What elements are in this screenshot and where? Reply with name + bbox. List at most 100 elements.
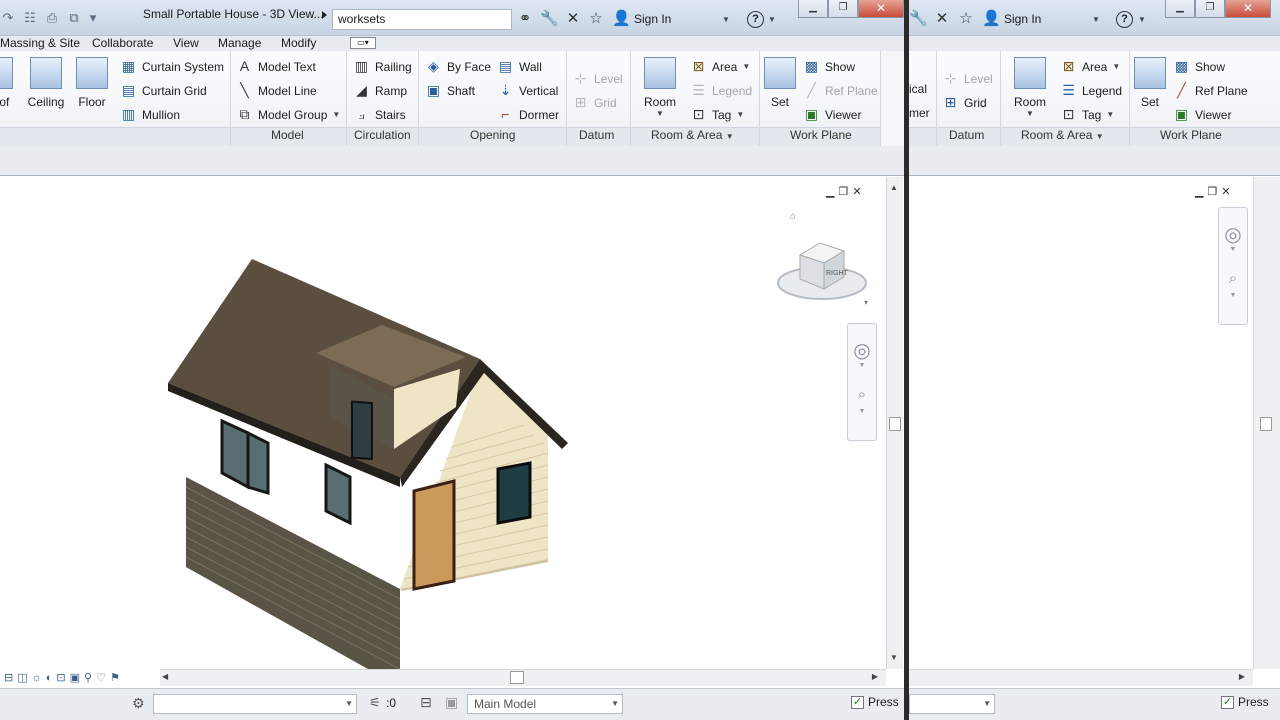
area-button[interactable]: ⊠ Area ▼	[690, 58, 751, 75]
press-drag-checkbox[interactable]: ✓	[1221, 695, 1234, 709]
stairs-button[interactable]: ⟓ Stairs	[353, 106, 406, 123]
design-options-icon[interactable]: ⊟	[420, 694, 432, 711]
close-icon[interactable]: ✕	[1225, 0, 1271, 18]
view-canvas-right[interactable]: ▁ ❐ ✕ ◎ ▼ ⌕ ▼	[909, 177, 1253, 669]
analytical-model-icon[interactable]: ⚑	[110, 671, 120, 684]
detail-level-icon[interactable]: ⊟	[4, 671, 13, 684]
show-crop-icon[interactable]: ▣	[70, 671, 80, 684]
mullion-button[interactable]: ▥ Mullion	[120, 106, 180, 123]
legend-button[interactable]: ☰ Legend	[1060, 82, 1122, 99]
tag-button[interactable]: ⊡ Tag ▼	[690, 106, 745, 123]
help-dropdown-icon[interactable]: ▼	[768, 15, 776, 24]
room-area-dropdown-icon[interactable]: ▼	[726, 132, 734, 141]
zoom-dropdown-icon[interactable]: ▼	[848, 408, 876, 415]
active-workset-select[interactable]: Main Model ▼	[467, 694, 623, 714]
scroll-right-icon[interactable]: ▶	[1239, 672, 1245, 681]
temporary-hide-icon[interactable]: ⚲	[84, 671, 92, 684]
scroll-thumb[interactable]	[889, 417, 901, 431]
dormer-opening-button[interactable]: ⌐ Dormer	[497, 106, 559, 123]
view-close-icon[interactable]: ✕	[1221, 185, 1230, 198]
room-button[interactable]: Room ▼	[1008, 57, 1052, 118]
curtain-system-button[interactable]: ▦ Curtain System	[120, 58, 224, 75]
room-dropdown-icon[interactable]: ▼	[1008, 109, 1052, 118]
tag-dropdown-icon[interactable]: ▼	[736, 110, 744, 119]
scroll-up-icon[interactable]: ▲	[890, 183, 898, 192]
area-dropdown-icon[interactable]: ▼	[1112, 62, 1120, 71]
panel-label-room-area[interactable]: Room & Area ▼	[651, 128, 734, 142]
vertical-scrollbar[interactable]: ▲ ▼	[886, 177, 903, 669]
zoom-icon[interactable]: ⌕	[1219, 270, 1247, 287]
close-icon[interactable]: ✕	[858, 0, 904, 18]
workset-dropdown-icon[interactable]: ▼	[611, 699, 619, 708]
by-face-button[interactable]: ◈ By Face	[425, 58, 491, 75]
redo-icon[interactable]: ↷	[0, 10, 16, 26]
show-work-plane-button[interactable]: ▩ Show	[1173, 58, 1225, 75]
print-icon[interactable]: ⎙	[44, 10, 60, 26]
scroll-right-icon[interactable]: ▶	[872, 672, 878, 681]
wall-opening-button[interactable]: ▤ Wall	[497, 58, 542, 75]
model-group-dropdown-icon[interactable]: ▼	[332, 110, 340, 119]
press-drag-toggle[interactable]: ✓ Press	[851, 695, 899, 709]
sun-path-icon[interactable]: ☼	[32, 672, 42, 684]
zoom-icon[interactable]: ⌕	[848, 386, 876, 403]
sign-in-dropdown-icon[interactable]: ▼	[722, 15, 730, 24]
subscription-icon[interactable]: 🔧	[909, 10, 928, 28]
grid-button[interactable]: ⊞ Grid	[942, 94, 987, 111]
ref-plane-button[interactable]: ╱ Ref Plane	[1173, 82, 1247, 99]
steering-wheel-dropdown-icon[interactable]: ▼	[1219, 246, 1247, 253]
floor-button[interactable]: Floor	[72, 57, 112, 109]
tab-view[interactable]: View	[173, 36, 199, 50]
favorites-star-icon[interactable]: ☆	[957, 10, 975, 28]
level-button[interactable]: ⊹ Level	[942, 70, 993, 87]
switch-windows-icon[interactable]: ⧉	[66, 10, 82, 26]
measure-icon[interactable]: ☷	[22, 10, 38, 26]
steering-wheel-icon[interactable]: ◎	[848, 338, 876, 363]
zoom-dropdown-icon[interactable]: ▼	[1219, 292, 1247, 299]
panel-label-room-area[interactable]: Room & Area ▼	[1021, 128, 1104, 142]
show-work-plane-button[interactable]: ▩ Show	[803, 58, 855, 75]
vertical-opening-button[interactable]: ⇣ Vertical	[497, 82, 559, 99]
tab-massing-site[interactable]: Massing & Site	[0, 36, 80, 50]
legend-button[interactable]: ☰ Legend	[690, 82, 752, 99]
visual-style-icon[interactable]: ◫	[17, 671, 27, 684]
room-button[interactable]: Room ▼	[638, 57, 682, 118]
help-icon[interactable]: ?	[747, 11, 764, 28]
tab-manage[interactable]: Manage	[218, 36, 261, 50]
title-expand-icon[interactable]	[322, 11, 327, 19]
scroll-down-icon[interactable]: ▼	[890, 653, 898, 662]
viewer-button[interactable]: ▣ Viewer	[1173, 106, 1232, 123]
vertical-scrollbar[interactable]	[1253, 177, 1280, 669]
set-work-plane-button[interactable]: Set	[764, 57, 796, 109]
click-to-select-icon[interactable]: ⚟	[369, 695, 381, 711]
subscription-icon[interactable]: 🔧	[540, 10, 559, 28]
viewcube[interactable]: ⌂ RIGHT ▾	[776, 207, 868, 307]
minimize-icon[interactable]: ▁	[1165, 0, 1195, 18]
viewer-button[interactable]: ▣ Viewer	[803, 106, 862, 123]
help-dropdown-icon[interactable]: ▼	[1138, 15, 1146, 24]
editable-only-icon[interactable]: ▣	[445, 694, 458, 711]
favorites-star-icon[interactable]: ☆	[587, 10, 605, 28]
minimize-icon[interactable]: ▁	[798, 0, 828, 18]
level-button[interactable]: ⊹ Level	[572, 70, 623, 87]
shaft-button[interactable]: ▣ Shaft	[425, 82, 475, 99]
press-drag-toggle[interactable]: ✓ Press	[1221, 695, 1269, 709]
communication-icon[interactable]: ✕	[933, 10, 951, 28]
binoculars-icon[interactable]: ⚭	[516, 10, 534, 28]
sign-in-button[interactable]: Sign In	[634, 12, 671, 26]
ceiling-button[interactable]: Ceiling	[24, 57, 68, 109]
tab-modify[interactable]: Modify	[281, 36, 316, 50]
curtain-grid-button[interactable]: ▤ Curtain Grid	[120, 82, 207, 99]
horizontal-scrollbar[interactable]: ▶	[909, 669, 1253, 686]
view-restore-icon[interactable]: ❐	[1207, 185, 1217, 198]
ribbon-minimize-toggle[interactable]: ▭▾	[350, 37, 376, 49]
area-dropdown-icon[interactable]: ▼	[742, 62, 750, 71]
room-area-dropdown-icon[interactable]: ▼	[1096, 132, 1104, 141]
area-button[interactable]: ⊠ Area ▼	[1060, 58, 1121, 75]
search-input[interactable]: worksets	[332, 9, 512, 30]
user-icon[interactable]: 👤	[612, 10, 631, 28]
communication-icon[interactable]: ✕	[564, 10, 582, 28]
qat-dropdown-icon[interactable]: ▾	[88, 10, 98, 26]
status-dropdown-icon[interactable]: ▼	[345, 699, 353, 708]
scroll-left-icon[interactable]: ◀	[162, 672, 168, 681]
model-group-button[interactable]: ⧉ Model Group ▼	[236, 106, 341, 123]
